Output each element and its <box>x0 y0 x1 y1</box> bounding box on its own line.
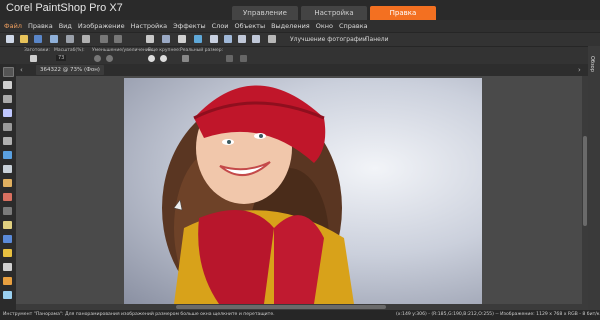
tool-options-bar: Заготовки: Масштаб(%): 73 Уменьшение/уве… <box>0 46 588 65</box>
right-panel-strip[interactable]: Обзор <box>588 46 600 312</box>
resize-icon[interactable] <box>162 35 170 43</box>
preview-icon[interactable] <box>268 35 276 43</box>
app-title: Corel PaintShop Pro X7 <box>6 2 123 14</box>
zoom-in-out-label: Уменьшение/увеличение: <box>92 48 154 53</box>
menu-help[interactable]: Справка <box>339 20 368 32</box>
status-hint: Инструмент "Панорама": Для панорамирован… <box>3 312 275 317</box>
enhance-photo-dropdown[interactable]: Улучшение фотографии <box>290 35 367 45</box>
menu-file[interactable]: Файл <box>4 20 22 32</box>
overview-panel-label[interactable]: Обзор <box>589 56 595 72</box>
save-as-icon[interactable] <box>50 35 58 43</box>
vertical-scroll-thumb[interactable] <box>583 136 587 226</box>
save-icon[interactable] <box>34 35 42 43</box>
vertical-scrollbar[interactable] <box>582 76 588 310</box>
tab-manage[interactable]: Управление <box>232 6 298 20</box>
pen-tool-icon[interactable] <box>3 277 12 285</box>
document-tab-bar: ‹ 364322 @ 73% (Фон) › <box>16 64 588 76</box>
horizontal-scroll-thumb[interactable] <box>176 305 386 309</box>
print-icon[interactable] <box>82 35 90 43</box>
gradient-tool-icon[interactable] <box>3 235 12 243</box>
pick-tool-icon[interactable] <box>3 81 12 89</box>
paint-brush-icon[interactable] <box>3 221 12 229</box>
share-icon[interactable] <box>66 35 74 43</box>
rotate-icon[interactable] <box>178 35 186 43</box>
title-bar: Corel PaintShop Pro X7 Управление Настро… <box>0 0 600 20</box>
panels-dropdown[interactable]: Панели <box>365 35 389 45</box>
workspace-tabs: Управление Настройка Правка <box>232 6 436 20</box>
preset-picker-icon[interactable] <box>30 55 37 62</box>
selection-tool-icon[interactable] <box>3 95 12 103</box>
actual-size-icon[interactable] <box>182 55 189 62</box>
makeover-tool-icon[interactable] <box>3 179 12 187</box>
menu-layers[interactable]: Слои <box>212 20 229 32</box>
tab-scroll-left-icon[interactable]: ‹ <box>20 65 23 75</box>
photo-canvas[interactable] <box>124 78 482 304</box>
warp-brush-icon[interactable] <box>3 291 12 299</box>
text-tool-icon[interactable] <box>3 263 12 271</box>
crop-tool-icon[interactable] <box>3 123 12 131</box>
zoom-in-icon[interactable] <box>238 35 246 43</box>
tab-scroll-right-icon[interactable]: › <box>578 65 581 75</box>
dropper-tool-icon[interactable] <box>3 109 12 117</box>
undo-icon[interactable] <box>100 35 108 43</box>
tab-edit[interactable]: Правка <box>370 6 436 20</box>
pan-tool-icon[interactable] <box>3 67 14 77</box>
menu-view[interactable]: Вид <box>59 20 72 32</box>
zoom-out-option-icon[interactable] <box>106 55 113 62</box>
zoom-input[interactable]: 73 <box>56 55 67 61</box>
menu-edit[interactable]: Правка <box>28 20 53 32</box>
zoom-label: Масштаб(%): <box>54 48 85 53</box>
standard-toolbar: Улучшение фотографии Панели <box>0 32 600 47</box>
document-tab[interactable]: 364322 @ 73% (Фон) <box>36 65 104 75</box>
new-file-icon[interactable] <box>6 35 14 43</box>
presets-label: Заготовки: <box>24 48 50 53</box>
menu-bar: Файл Правка Вид Изображение Настройка Эф… <box>0 20 600 32</box>
menu-effects[interactable]: Эффекты <box>173 20 206 32</box>
status-bar: Инструмент "Панорама": Для панорамирован… <box>0 310 600 320</box>
menu-objects[interactable]: Объекты <box>235 20 266 32</box>
zoom-in-option-icon[interactable] <box>94 55 101 62</box>
grid-icon[interactable] <box>210 35 218 43</box>
info-icon[interactable] <box>194 35 202 43</box>
tab-adjust[interactable]: Настройка <box>301 6 367 20</box>
menu-selections[interactable]: Выделения <box>271 20 310 32</box>
open-folder-icon[interactable] <box>20 35 28 43</box>
zoom-more-minus-icon[interactable] <box>160 55 167 62</box>
menu-adjust[interactable]: Настройка <box>131 20 167 32</box>
status-image-info: (x:149 y:306) - (R:185,G:190,B:212,O:255… <box>396 312 600 317</box>
text-tool-small-icon[interactable] <box>3 151 12 159</box>
clone-tool-icon[interactable] <box>3 193 12 201</box>
fit-window-option-icon[interactable] <box>240 55 247 62</box>
menu-window[interactable]: Окно <box>316 20 333 32</box>
fit-icon[interactable] <box>226 55 233 62</box>
flood-fill-icon[interactable] <box>3 249 12 257</box>
scratch-remover-icon[interactable] <box>3 207 12 215</box>
straighten-tool-icon[interactable] <box>3 137 12 145</box>
canvas-area[interactable] <box>16 76 588 310</box>
zoom-more-plus-icon[interactable] <box>148 55 155 62</box>
fit-window-icon[interactable] <box>224 35 232 43</box>
redo-icon[interactable] <box>114 35 122 43</box>
actual-size-label: Реальный размер: <box>180 48 224 53</box>
redeye-tool-icon[interactable] <box>3 165 12 173</box>
zoom-out-icon[interactable] <box>252 35 260 43</box>
crop-icon[interactable] <box>146 35 154 43</box>
zoom-more-label: Еще крупнее: <box>148 48 181 53</box>
portrait-image <box>162 85 354 304</box>
menu-image[interactable]: Изображение <box>78 20 125 32</box>
tools-toolbar <box>0 64 17 310</box>
